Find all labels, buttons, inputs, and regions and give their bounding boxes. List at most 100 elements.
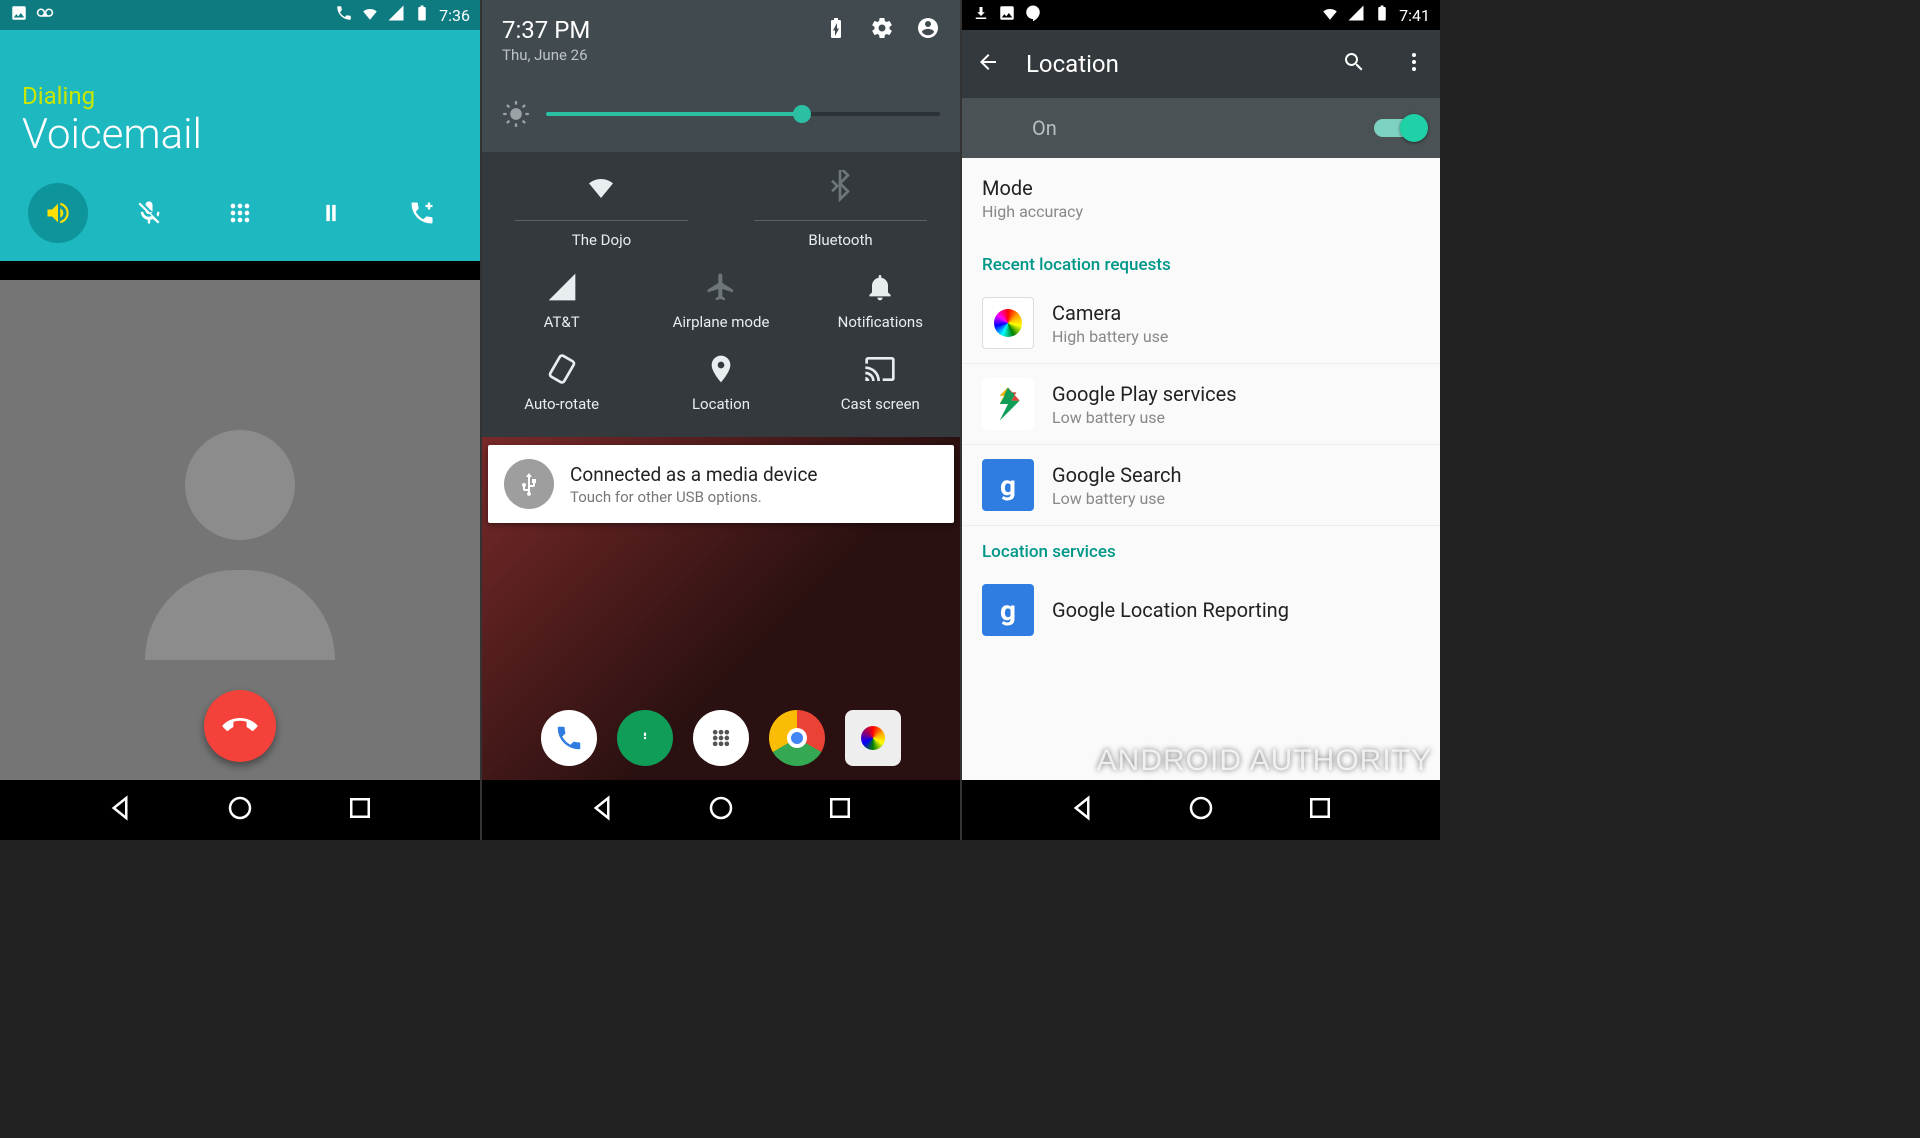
camera-app-icon	[982, 297, 1034, 349]
switch-state-label: On	[1032, 116, 1057, 140]
phone-icon	[335, 4, 353, 26]
tile-rotate[interactable]: Auto-rotate	[482, 353, 641, 413]
recent-app-row[interactable]: g Google Search Low battery use	[962, 445, 1440, 526]
nav-back-button[interactable]	[105, 793, 135, 827]
phone-screen-2: 7:37 PM Thu, June 26 The Dojo	[480, 0, 960, 840]
pref-title: Mode	[982, 176, 1420, 200]
settings-icon[interactable]	[870, 16, 894, 44]
phone-screen-3: 7:41 Location On Mode High accuracy Rece…	[960, 0, 1440, 840]
tile-airplane[interactable]: Airplane mode	[641, 271, 800, 331]
speaker-button[interactable]	[28, 183, 88, 243]
notification-title: Connected as a media device	[570, 463, 817, 486]
settings-body: Mode High accuracy Recent location reque…	[962, 158, 1440, 780]
image-icon	[998, 4, 1016, 26]
quick-settings-tiles: The Dojo Bluetooth AT&T Airplane mode	[482, 152, 960, 437]
app-detail: Low battery use	[1052, 408, 1237, 427]
nav-recent-button[interactable]	[825, 793, 855, 827]
quick-settings-header: 7:37 PM Thu, June 26	[482, 0, 960, 152]
battery-icon	[824, 16, 848, 44]
tile-bluetooth[interactable]: Bluetooth	[721, 170, 960, 249]
appbar-title: Location	[1026, 50, 1322, 78]
voicemail-icon	[36, 4, 54, 26]
tile-cellular[interactable]: AT&T	[482, 271, 641, 331]
profile-icon[interactable]	[916, 16, 940, 44]
image-icon	[10, 4, 28, 26]
phone-app-icon[interactable]	[541, 710, 597, 766]
dialpad-button[interactable]	[210, 183, 270, 243]
nav-bar	[0, 780, 480, 840]
recent-app-row[interactable]: Camera High battery use	[962, 283, 1440, 364]
brightness-slider[interactable]	[502, 100, 940, 128]
nav-home-button[interactable]	[1186, 793, 1216, 827]
nav-back-button[interactable]	[587, 793, 617, 827]
signal-icon	[1347, 4, 1365, 26]
tile-label: The Dojo	[572, 231, 631, 249]
app-bar: Location	[962, 30, 1440, 98]
tile-wifi[interactable]: The Dojo	[482, 170, 721, 249]
tile-notifications[interactable]: Notifications	[801, 271, 960, 331]
play-services-icon	[982, 378, 1034, 430]
call-contact-name: Voicemail	[22, 110, 458, 159]
status-time: 7:36	[439, 6, 470, 25]
tile-label: Cast screen	[841, 395, 920, 413]
tile-label: AT&T	[544, 313, 580, 331]
wifi-icon	[1321, 4, 1339, 26]
service-row[interactable]: g Google Location Reporting	[962, 570, 1440, 650]
notification-subtitle: Touch for other USB options.	[570, 488, 817, 506]
hangup-button[interactable]	[204, 690, 276, 762]
battery-icon	[413, 4, 431, 26]
dock	[541, 710, 901, 766]
app-detail: High battery use	[1052, 327, 1168, 346]
nav-back-button[interactable]	[1067, 793, 1097, 827]
usb-notification[interactable]: Connected as a media device Touch for ot…	[488, 445, 954, 523]
google-icon: g	[982, 584, 1034, 636]
usb-icon	[504, 459, 554, 509]
hangouts-app-icon[interactable]	[617, 710, 673, 766]
recent-app-row[interactable]: Google Play services Low battery use	[962, 364, 1440, 445]
google-search-icon: g	[982, 459, 1034, 511]
app-detail: Low battery use	[1052, 489, 1182, 508]
camera-app-icon[interactable]	[845, 710, 901, 766]
dialer-header: Dialing Voicemail	[0, 30, 480, 261]
chrome-app-icon[interactable]	[769, 710, 825, 766]
add-call-button[interactable]	[392, 183, 452, 243]
app-name: Google Location Reporting	[1052, 598, 1289, 622]
back-arrow-icon[interactable]	[976, 50, 1000, 78]
tile-label: Notifications	[838, 313, 923, 331]
app-name: Camera	[1052, 301, 1168, 325]
call-status: Dialing	[22, 82, 458, 110]
status-bar: 7:41	[962, 0, 1440, 30]
app-name: Google Search	[1052, 463, 1182, 487]
signal-icon	[387, 4, 405, 26]
contact-avatar-placeholder	[140, 400, 340, 660]
tile-label: Bluetooth	[808, 231, 872, 249]
call-controls	[22, 183, 458, 243]
pref-mode[interactable]: Mode High accuracy	[962, 158, 1440, 239]
tile-label: Auto-rotate	[524, 395, 599, 413]
section-header-services: Location services	[962, 526, 1440, 570]
section-header-recent: Recent location requests	[962, 239, 1440, 283]
nav-recent-button[interactable]	[345, 793, 375, 827]
switch-icon	[1374, 119, 1422, 137]
location-master-switch[interactable]: On	[962, 98, 1440, 158]
overflow-icon[interactable]	[1402, 50, 1426, 78]
wifi-icon	[361, 4, 379, 26]
nav-bar	[962, 780, 1440, 840]
phone-screen-1: 7:36 Dialing Voicemail	[0, 0, 480, 840]
tile-label: Location	[692, 395, 750, 413]
hangouts-icon	[1024, 4, 1042, 26]
search-icon[interactable]	[1342, 50, 1366, 78]
nav-recent-button[interactable]	[1305, 793, 1335, 827]
nav-home-button[interactable]	[706, 793, 736, 827]
nav-home-button[interactable]	[225, 793, 255, 827]
pref-subtitle: High accuracy	[982, 202, 1420, 221]
tile-location[interactable]: Location	[641, 353, 800, 413]
mute-button[interactable]	[119, 183, 179, 243]
download-icon	[972, 4, 990, 26]
apps-drawer-icon[interactable]	[693, 710, 749, 766]
hold-button[interactable]	[301, 183, 361, 243]
nav-bar	[482, 780, 960, 840]
tile-cast[interactable]: Cast screen	[801, 353, 960, 413]
brightness-icon	[502, 100, 530, 128]
status-time: 7:41	[1399, 6, 1430, 25]
